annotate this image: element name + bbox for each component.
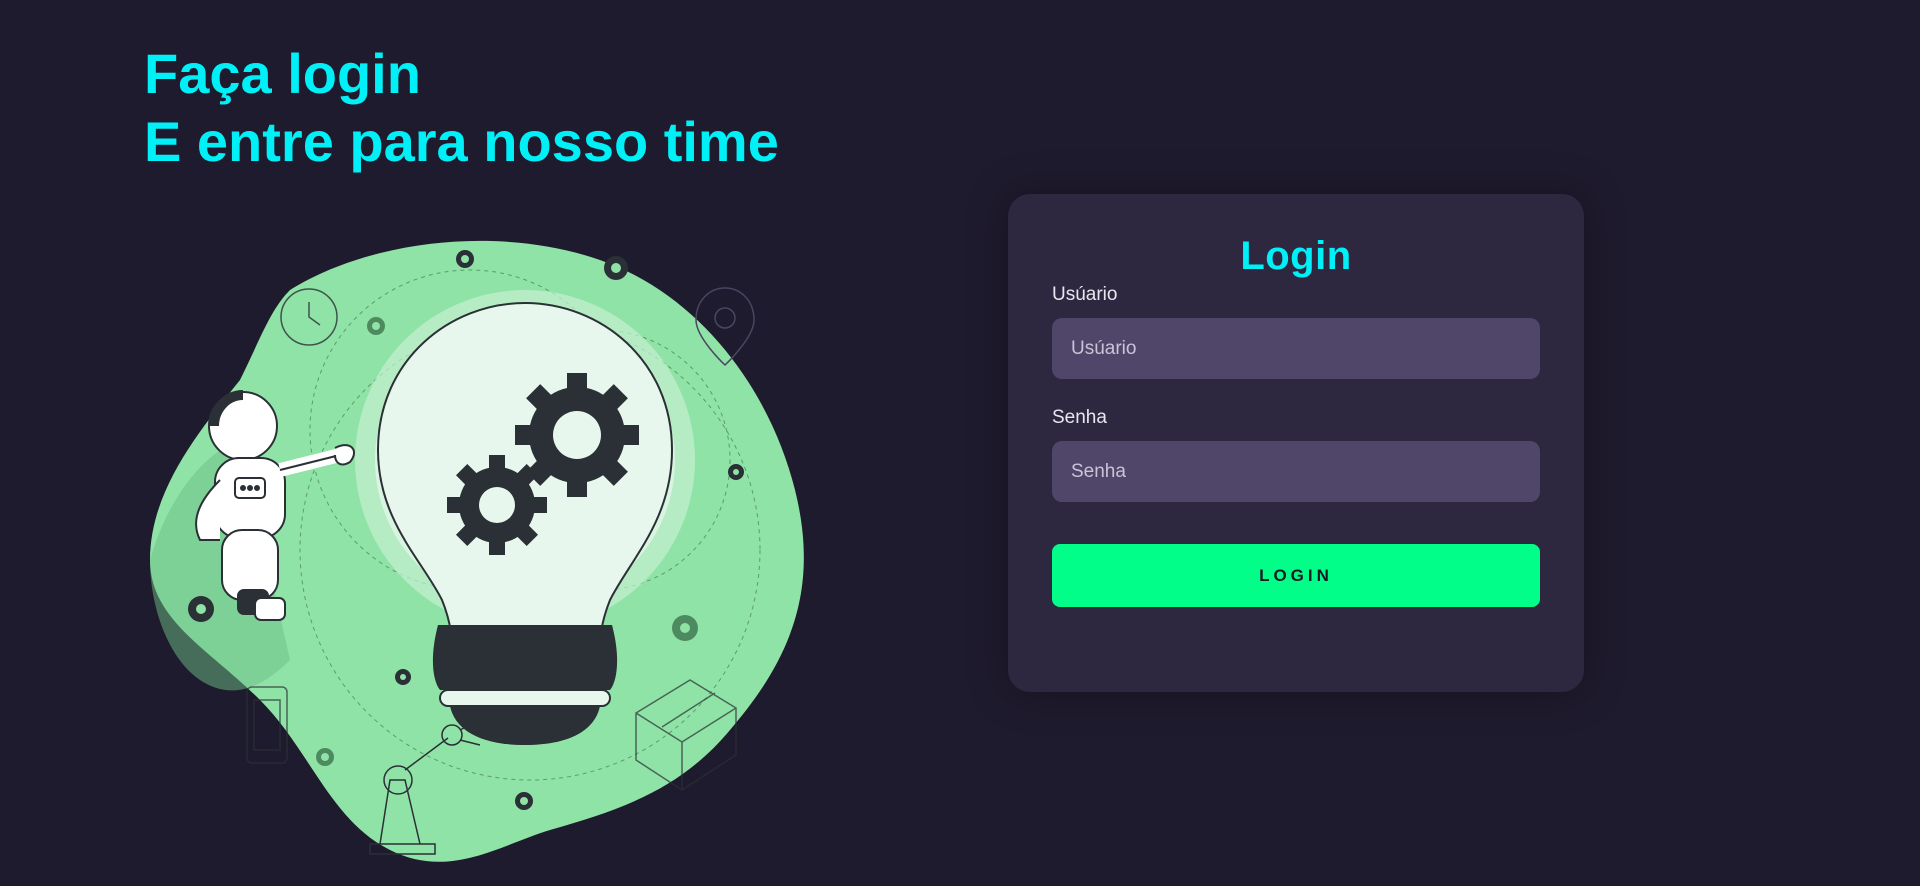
hero-line-2: E entre para nosso time — [144, 110, 779, 173]
login-page: Faça login E entre para nosso time Login… — [0, 0, 1920, 886]
hero-headline: Faça login E entre para nosso time — [144, 40, 779, 176]
hero-line-1: Faça login — [144, 42, 421, 105]
password-input[interactable] — [1052, 441, 1540, 502]
login-button[interactable]: LOGIN — [1052, 544, 1540, 607]
login-card: Login Usúario Senha LOGIN — [1008, 194, 1584, 692]
hero-illustration — [150, 240, 804, 862]
username-input[interactable] — [1052, 318, 1540, 379]
gear-icon-small — [447, 455, 547, 555]
password-label: Senha — [1052, 407, 1107, 428]
username-label: Usúario — [1052, 284, 1118, 305]
login-title: Login — [1240, 234, 1352, 278]
